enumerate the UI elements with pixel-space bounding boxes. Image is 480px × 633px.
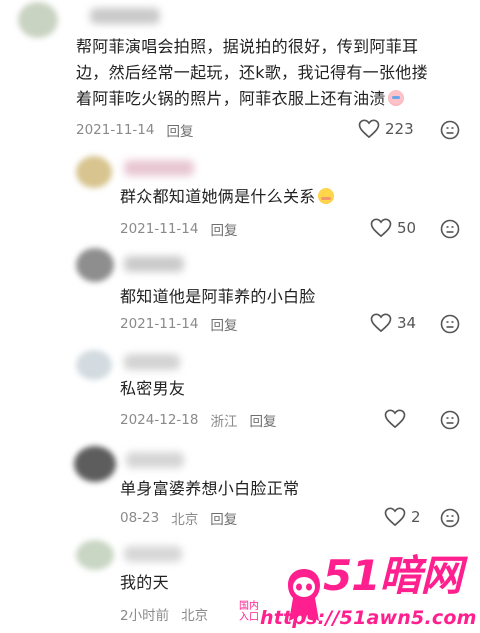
- like-button[interactable]: 34: [370, 313, 416, 332]
- dislike-button[interactable]: [440, 219, 460, 243]
- like-button[interactable]: 2: [384, 507, 421, 526]
- nickname-blurred[interactable]: [124, 160, 194, 176]
- nickname-blurred[interactable]: [124, 354, 180, 370]
- comment-text: 单身富婆养想小白脸正常: [120, 479, 300, 498]
- like-button[interactable]: 223: [358, 119, 414, 138]
- dislike-face-icon: [440, 219, 460, 239]
- avatar[interactable]: [76, 156, 112, 188]
- crying-face-emoji: [387, 90, 404, 106]
- heart-icon: [358, 119, 380, 138]
- heart-icon: [370, 218, 392, 237]
- comment-text: 私密男友: [120, 379, 186, 398]
- comment-meta: 2小时前 北京: [120, 604, 208, 624]
- like-button[interactable]: [384, 409, 406, 428]
- comment-text: 都知道他是阿菲养的小白脸: [120, 287, 316, 306]
- comment-text-line: 帮阿菲演唱会拍照，据说拍的很好，传到阿菲耳: [76, 37, 419, 56]
- reply-button[interactable]: 回复: [249, 410, 276, 430]
- comment-meta: 2021-11-14 回复: [120, 314, 237, 334]
- comment-date: 2021-11-14: [76, 122, 155, 138]
- comment-location: 北京: [181, 608, 209, 624]
- comment-meta: 08-23 北京 回复: [120, 508, 237, 528]
- like-count: 2: [411, 507, 421, 526]
- watermark-url: https://51awn5.com: [260, 607, 477, 629]
- comment-meta: 2021-11-14 回复: [76, 120, 193, 140]
- comment-item: 单身富婆养想小白脸正常 08-23 北京 回复 2: [0, 442, 480, 538]
- blushing-smile-emoji: [317, 188, 334, 204]
- dislike-face-icon: [440, 410, 460, 430]
- nickname-blurred[interactable]: [126, 452, 184, 468]
- comment-location: 北京: [171, 512, 199, 528]
- dislike-face-icon: [440, 120, 460, 140]
- comment-date: 2021-11-14: [120, 316, 199, 332]
- dislike-button[interactable]: [440, 410, 460, 434]
- heart-icon: [370, 313, 392, 332]
- avatar[interactable]: [76, 540, 114, 570]
- reply-button[interactable]: 回复: [210, 508, 237, 528]
- avatar[interactable]: [76, 350, 112, 380]
- reply-button[interactable]: 回复: [210, 314, 237, 334]
- comment-text: 帮阿菲演唱会拍照，据说拍的很好，传到阿菲耳 边，然后经常一起玩，还k歌，我记得有…: [76, 34, 476, 112]
- nickname-blurred[interactable]: [124, 546, 182, 562]
- watermark-tag: 国内入口: [239, 601, 259, 623]
- comment-item: 群众都知道她俩是什么关系 2021-11-14 回复 50: [0, 150, 480, 242]
- comment-date: 2021-11-14: [120, 221, 199, 237]
- heart-icon: [384, 409, 406, 428]
- like-count: 50: [397, 218, 417, 237]
- comment-text: 我的天: [120, 573, 169, 592]
- comment-date: 2024-12-18: [120, 412, 199, 428]
- nickname-blurred[interactable]: [124, 256, 184, 272]
- comment-item: 私密男友 2024-12-18 浙江 回复: [0, 342, 480, 442]
- heart-icon: [384, 507, 406, 526]
- comment-date: 08-23: [120, 510, 160, 526]
- comment-meta: 2024-12-18 浙江 回复: [120, 410, 276, 430]
- avatar[interactable]: [76, 248, 114, 282]
- dislike-button[interactable]: [440, 314, 460, 338]
- comment-meta: 2021-11-14 回复: [120, 219, 237, 239]
- like-button[interactable]: 50: [370, 218, 416, 237]
- dislike-button[interactable]: [440, 508, 460, 532]
- like-count: 223: [385, 119, 414, 138]
- like-count: 34: [397, 313, 417, 332]
- comment-location: 浙江: [210, 414, 238, 430]
- comment-item: 帮阿菲演唱会拍照，据说拍的很好，传到阿菲耳 边，然后经常一起玩，还k歌，我记得有…: [0, 0, 480, 150]
- avatar[interactable]: [74, 446, 116, 482]
- comment-text: 群众都知道她俩是什么关系: [120, 184, 334, 210]
- reply-button[interactable]: 回复: [166, 120, 193, 140]
- dislike-face-icon: [440, 508, 460, 528]
- nickname-blurred[interactable]: [90, 8, 160, 24]
- comment-item: 都知道他是阿菲养的小白脸 2021-11-14 回复 34: [0, 242, 480, 342]
- dislike-button[interactable]: [440, 120, 460, 144]
- dislike-face-icon: [440, 314, 460, 334]
- avatar[interactable]: [18, 2, 58, 38]
- comment-text-line: 着阿菲吃火锅的照片，阿菲衣服上还有油渍: [76, 86, 476, 112]
- reply-button[interactable]: 回复: [210, 219, 237, 239]
- comment-date: 2小时前: [120, 608, 170, 624]
- watermark-brand: 51暗网: [323, 551, 462, 600]
- comment-text-line: 边，然后经常一起玩，还k歌，我记得有一张他搂: [76, 63, 428, 82]
